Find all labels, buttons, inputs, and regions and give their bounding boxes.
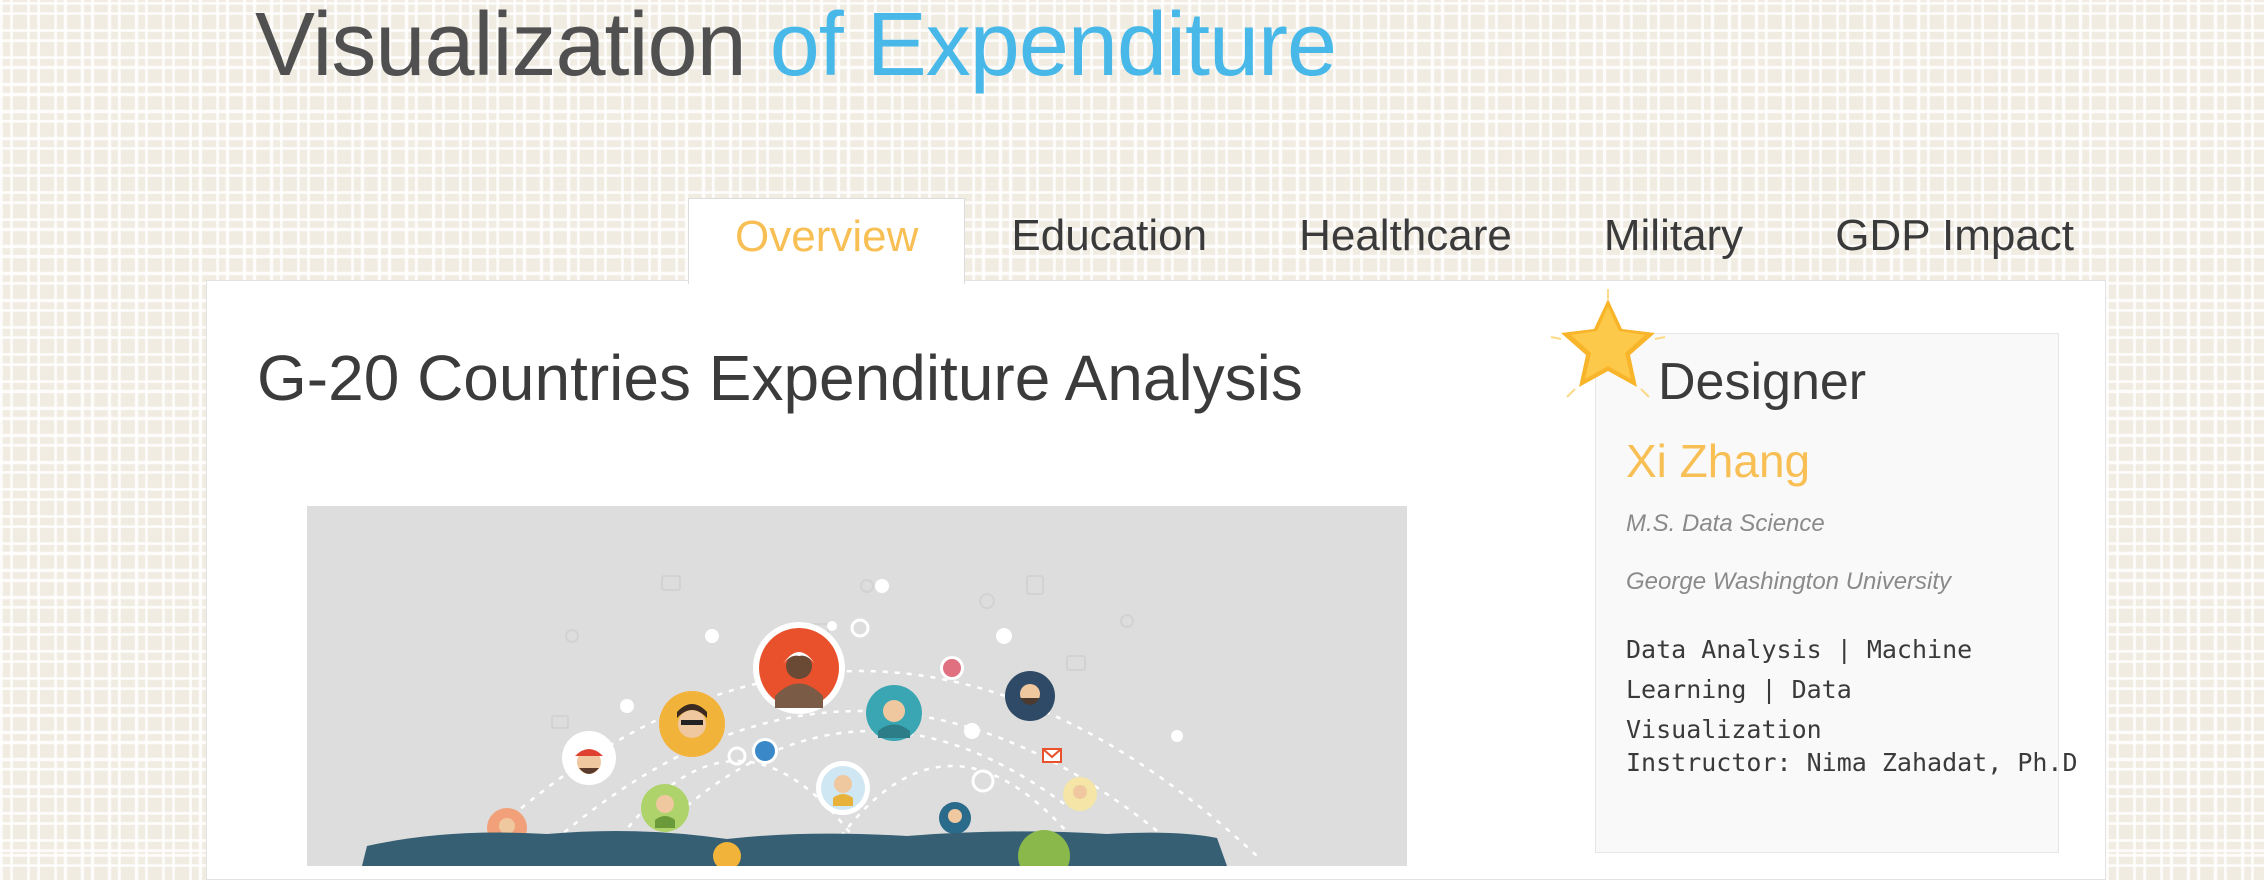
global-network-illustration xyxy=(307,506,1407,866)
tab-gdp-impact[interactable]: GDP Impact xyxy=(1789,198,2120,282)
main-tabs: Overview Education Healthcare Military G… xyxy=(688,198,2120,284)
designer-degree: M.S. Data Science xyxy=(1626,510,1825,537)
site-title-accent: of Expenditure xyxy=(769,0,1337,95)
designer-heading: Designer xyxy=(1658,353,1867,411)
designer-skills: Data Analysis | Machine Learning | Data … xyxy=(1626,635,1973,744)
designer-card: Designer Xi Zhang M.S. Data Science Geor… xyxy=(1595,333,2078,853)
content-panel: G-20 Countries Expenditure Analysis Desi… xyxy=(206,280,2106,880)
designer-school: George Washington University xyxy=(1626,568,1952,595)
hero-image xyxy=(307,506,1407,866)
site-title: Visualization of Expenditure xyxy=(255,0,1337,97)
tab-education[interactable]: Education xyxy=(965,198,1253,282)
star-icon xyxy=(1550,289,1666,398)
tab-healthcare[interactable]: Healthcare xyxy=(1253,198,1558,282)
tab-overview[interactable]: Overview xyxy=(688,198,966,284)
page-heading: G-20 Countries Expenditure Analysis xyxy=(257,342,1303,414)
designer-name: Xi Zhang xyxy=(1626,435,1811,487)
tab-military[interactable]: Military xyxy=(1558,198,1789,282)
designer-instructor: Instructor: Nima Zahadat, Ph.D xyxy=(1626,748,2078,777)
site-title-main: Visualization xyxy=(255,0,747,95)
